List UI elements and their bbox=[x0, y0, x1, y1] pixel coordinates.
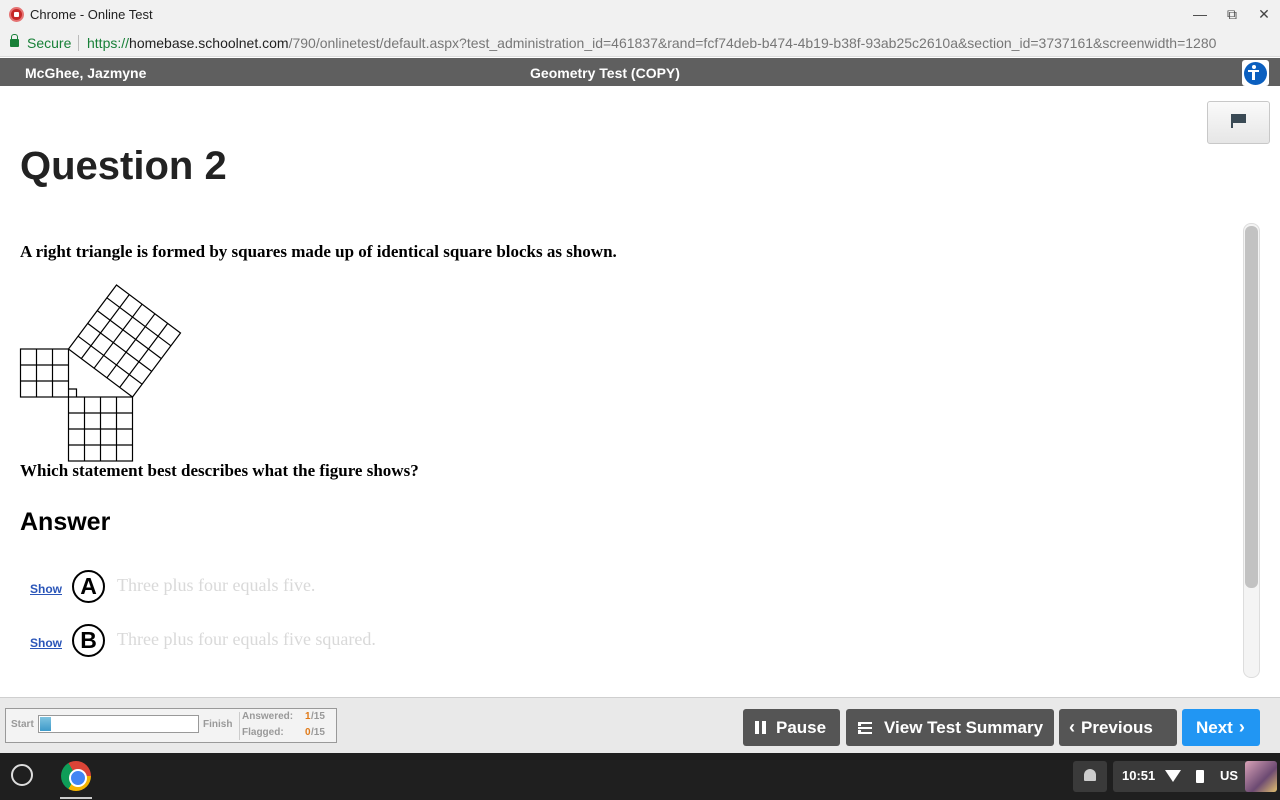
battery-icon bbox=[1196, 770, 1204, 783]
chevron-left-icon: ‹ bbox=[1069, 717, 1075, 737]
answer-choice-a[interactable]: Show A Three plus four equals five. bbox=[0, 570, 900, 604]
accessibility-button[interactable] bbox=[1242, 60, 1269, 86]
flagged-value: 0 bbox=[305, 727, 311, 738]
url-path: /790/onlinetest/default.aspx?test_admini… bbox=[288, 35, 1217, 51]
minimize-icon[interactable]: — bbox=[1189, 4, 1211, 24]
answer-heading: Answer bbox=[20, 508, 111, 536]
test-name: Geometry Test (COPY) bbox=[530, 65, 680, 81]
scrollbar-thumb[interactable] bbox=[1245, 226, 1258, 588]
flagged-total: /15 bbox=[311, 727, 325, 738]
url-scheme: https:// bbox=[87, 35, 130, 51]
previous-label: Previous bbox=[1081, 717, 1153, 737]
close-icon[interactable]: ✕ bbox=[1253, 4, 1275, 24]
address-bar[interactable]: Secure https://homebase.schoolnet.com/79… bbox=[0, 29, 1280, 57]
answered-stat: Answered: 1 /15 bbox=[242, 711, 325, 722]
flagged-label: Flagged: bbox=[242, 727, 284, 738]
url-host: homebase.schoolnet.com bbox=[129, 35, 289, 51]
square-leg-3 bbox=[19, 348, 70, 398]
wifi-icon bbox=[1165, 770, 1181, 782]
progress-finish-label: Finish bbox=[203, 719, 233, 730]
list-icon bbox=[858, 721, 872, 734]
active-app-indicator bbox=[60, 797, 92, 799]
app-icon bbox=[9, 7, 24, 22]
chevron-right-icon: › bbox=[1238, 717, 1245, 737]
question-prompt: Which statement best describes what the … bbox=[20, 461, 419, 480]
answered-label: Answered: bbox=[242, 711, 294, 722]
window-title: Chrome - Online Test bbox=[30, 7, 153, 22]
progress-fill bbox=[40, 717, 51, 731]
accessibility-icon-head bbox=[1252, 65, 1256, 69]
flagged-stat: Flagged: 0 /15 bbox=[242, 727, 325, 738]
flag-icon-cloth bbox=[1233, 114, 1246, 123]
bell-icon bbox=[1084, 769, 1096, 781]
launcher-icon[interactable] bbox=[11, 764, 33, 786]
choice-text-a[interactable]: Three plus four equals five. bbox=[117, 575, 315, 596]
answered-total: /15 bbox=[311, 711, 325, 722]
view-test-summary-button[interactable]: View Test Summary bbox=[846, 709, 1054, 746]
pause-icon bbox=[755, 721, 766, 734]
next-button[interactable]: Next › bbox=[1182, 709, 1260, 746]
test-header: McGhee, Jazmyne Geometry Test (COPY) bbox=[0, 58, 1280, 86]
system-tray[interactable]: 10:51 US bbox=[1113, 761, 1277, 792]
square-leg-4 bbox=[67, 396, 134, 462]
answer-choice-b[interactable]: Show B Three plus four equals five squar… bbox=[0, 624, 900, 658]
clock: 10:51 bbox=[1122, 768, 1156, 783]
choice-text-b[interactable]: Three plus four equals five squared. bbox=[117, 629, 376, 650]
question-panel: Question 2 A right triangle is formed by… bbox=[0, 86, 1280, 697]
show-link-b[interactable]: Show bbox=[30, 636, 62, 650]
os-taskbar: 10:51 US bbox=[0, 753, 1280, 800]
question-title: Question 2 bbox=[20, 144, 227, 188]
pythagorean-figure bbox=[19, 284, 182, 462]
answered-value: 1 bbox=[305, 711, 311, 722]
pause-label: Pause bbox=[776, 717, 827, 737]
pause-button[interactable]: Pause bbox=[743, 709, 840, 746]
show-link-a[interactable]: Show bbox=[30, 582, 62, 596]
progress-panel: Start Finish Answered: 1 /15 Flagged: 0 … bbox=[5, 708, 337, 743]
test-footer: Start Finish Answered: 1 /15 Flagged: 0 … bbox=[0, 697, 1280, 753]
lock-icon bbox=[10, 34, 19, 47]
window-titlebar: Chrome - Online Test — ⧉ ✕ bbox=[0, 0, 1280, 29]
previous-button[interactable]: ‹ Previous bbox=[1059, 709, 1177, 746]
avatar[interactable] bbox=[1245, 761, 1277, 792]
divider bbox=[239, 712, 240, 740]
notifications-button[interactable] bbox=[1073, 761, 1107, 792]
secure-label: Secure bbox=[27, 35, 72, 51]
right-angle-mark bbox=[68, 388, 78, 397]
choice-letter-a[interactable]: A bbox=[72, 570, 105, 603]
next-label: Next bbox=[1196, 717, 1233, 737]
divider bbox=[78, 35, 79, 51]
chrome-icon[interactable] bbox=[61, 761, 91, 791]
question-stem: A right triangle is formed by squares ma… bbox=[20, 242, 617, 261]
square-hypotenuse bbox=[67, 284, 182, 398]
url-text[interactable]: https://homebase.schoolnet.com/790/onlin… bbox=[87, 35, 1216, 51]
progress-bar bbox=[38, 715, 199, 733]
view-test-summary-label: View Test Summary bbox=[884, 717, 1044, 737]
keyboard-locale: US bbox=[1220, 768, 1239, 783]
restore-icon[interactable]: ⧉ bbox=[1221, 4, 1243, 24]
accessibility-icon-body bbox=[1252, 70, 1255, 80]
choice-letter-b[interactable]: B bbox=[72, 624, 105, 657]
flag-button[interactable] bbox=[1207, 101, 1270, 144]
progress-start-label: Start bbox=[11, 719, 34, 730]
